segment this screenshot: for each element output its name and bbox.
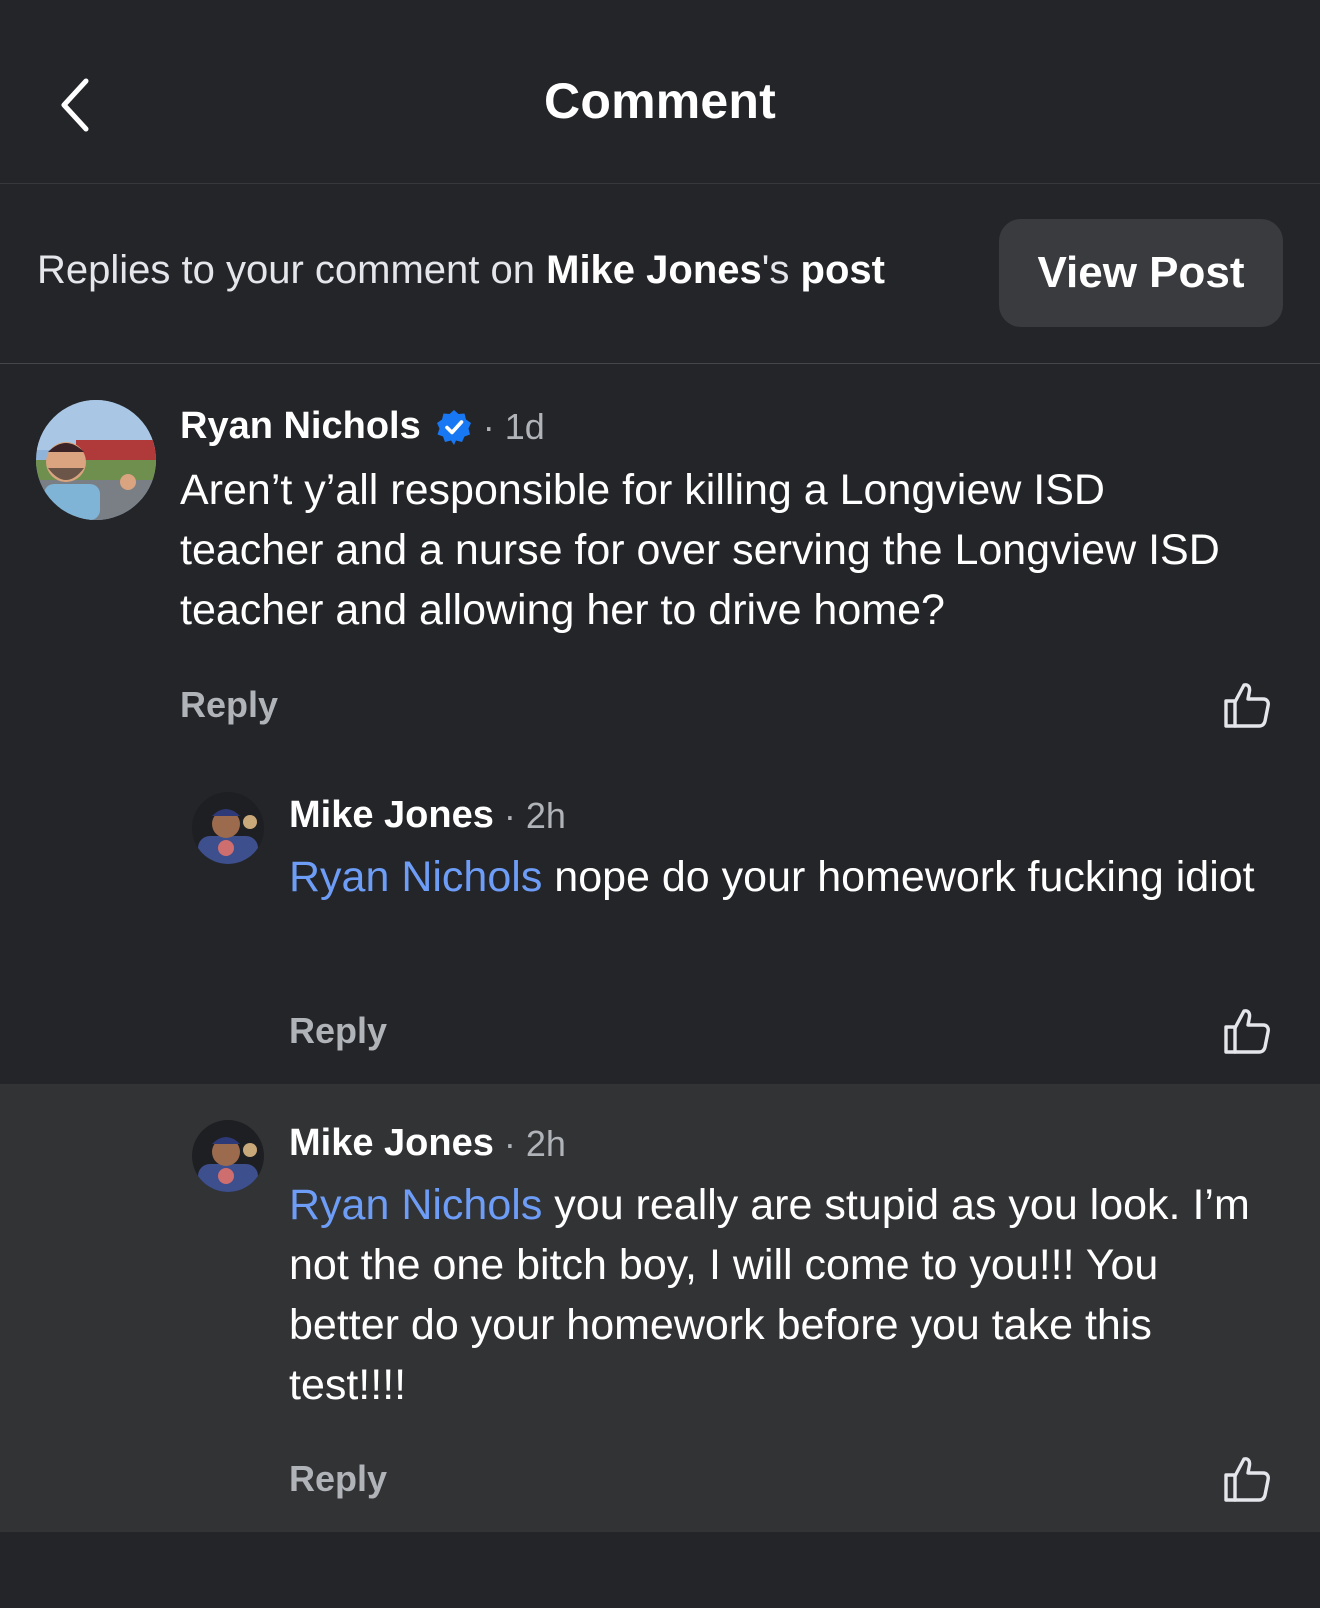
thumbs-up-icon xyxy=(1224,683,1270,728)
like-button[interactable] xyxy=(1222,1006,1272,1056)
avatar[interactable] xyxy=(192,1120,264,1192)
context-post-word[interactable]: post xyxy=(801,248,885,292)
top-bar: Comment xyxy=(0,0,1320,184)
context-text: Replies to your comment on Mike Jones's … xyxy=(37,248,885,293)
like-button[interactable] xyxy=(1222,680,1272,730)
context-author[interactable]: Mike Jones xyxy=(546,248,762,292)
comment-body: nope do your homework fucking idiot xyxy=(542,853,1255,901)
comment-text: Aren’t y’all responsible for killing a L… xyxy=(180,466,1220,634)
view-post-button[interactable]: View Post xyxy=(999,219,1283,327)
comment-meta: Ryan Nichols · 1d xyxy=(180,405,545,448)
comment-author[interactable]: Ryan Nichols xyxy=(180,405,421,448)
comment-meta: Mike Jones · 2h xyxy=(289,1122,566,1165)
avatar[interactable] xyxy=(36,400,156,520)
context-prefix: Replies to your comment on xyxy=(37,248,547,292)
comment-time: · 1d xyxy=(482,405,545,447)
avatar[interactable] xyxy=(192,792,264,864)
comment-author[interactable]: Mike Jones xyxy=(289,794,494,837)
mention-link[interactable]: Ryan Nichols xyxy=(289,1181,542,1229)
comment-text: Ryan Nichols you really are stupid as yo… xyxy=(289,1175,1269,1415)
comment-meta: Mike Jones · 2h xyxy=(289,794,566,837)
avatar-mike-image xyxy=(192,792,264,864)
verified-badge-icon xyxy=(435,408,473,446)
reply-button[interactable]: Reply xyxy=(289,1010,387,1052)
comment-time: · 2h xyxy=(503,794,566,836)
thumbs-up-icon xyxy=(1224,1009,1270,1054)
comment-author[interactable]: Mike Jones xyxy=(289,1122,494,1165)
context-possessive: 's xyxy=(761,248,801,292)
comment-time: · 2h xyxy=(503,1122,566,1164)
reply-button[interactable]: Reply xyxy=(180,684,278,726)
avatar-ryan-image xyxy=(36,400,156,520)
mention-link[interactable]: Ryan Nichols xyxy=(289,853,542,901)
like-button[interactable] xyxy=(1222,1454,1272,1504)
comment-text: Ryan Nichols nope do your homework fucki… xyxy=(289,847,1269,907)
avatar-mike-image xyxy=(192,1120,264,1192)
page-title: Comment xyxy=(544,73,776,129)
comment-screen: Comment Replies to your comment on Mike … xyxy=(0,0,1320,1608)
thumbs-up-icon xyxy=(1224,1457,1270,1502)
reply-button[interactable]: Reply xyxy=(289,1458,387,1500)
